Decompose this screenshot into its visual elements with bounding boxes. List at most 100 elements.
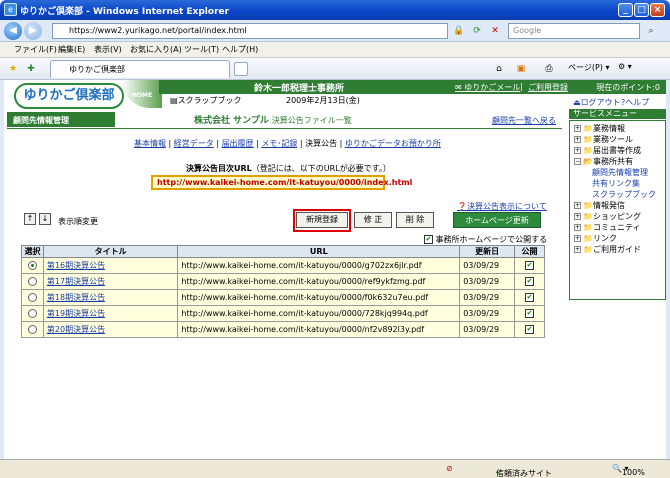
refresh-icon[interactable]: ⟳	[470, 24, 484, 38]
menu-file[interactable]: ファイル(F)	[14, 44, 57, 55]
row-title-link[interactable]: 第19期決算公告	[47, 309, 105, 318]
page-subtitle: 決算公告ファイル一覧	[271, 116, 352, 125]
table-row: 第16期決算公告 http://www.kaikei-home.com/it-k…	[21, 257, 545, 274]
expand-icon[interactable]: +	[574, 246, 581, 253]
subnav-management-data[interactable]: 経営データ	[174, 139, 214, 148]
feeds-icon[interactable]: ▣	[514, 62, 528, 76]
help-link[interactable]: ?ヘルプ	[621, 97, 649, 108]
row-select-radio[interactable]	[27, 309, 37, 318]
tree-item-links[interactable]: + 📁リンク	[574, 233, 617, 244]
publish-checkbox[interactable]: ✔ 事務所ホームページで公開する	[424, 234, 547, 245]
page-menu[interactable]: ページ(P) ▾	[568, 62, 609, 73]
home-link[interactable]: HOME	[122, 80, 162, 108]
tree-item-guide[interactable]: + 📁ご利用ガイド	[574, 244, 641, 255]
expand-icon[interactable]: +	[574, 136, 581, 143]
subnav-memo[interactable]: メモ･記録	[261, 139, 297, 148]
row-title-link[interactable]: 第18期決算公告	[47, 293, 105, 302]
row-public-checkbox[interactable]: ✔	[525, 261, 535, 270]
back-icon[interactable]: ◀	[4, 22, 22, 40]
menu-favorites[interactable]: お気に入り(A)	[130, 44, 182, 55]
row-select-radio[interactable]	[27, 261, 37, 270]
scrapbook-link[interactable]: ▤スクラップブック	[170, 95, 242, 106]
table-row: 第17期決算公告 http://www.kaikei-home.com/it-k…	[21, 273, 545, 290]
home-icon[interactable]: ⌂	[492, 62, 506, 76]
tree-item-business-tools[interactable]: + 📁業務ツール	[574, 134, 633, 145]
menu-tools[interactable]: ツール(T)	[184, 44, 219, 55]
row-select-radio[interactable]	[27, 325, 37, 334]
menu-edit[interactable]: 編集(E)	[58, 44, 85, 55]
url-input[interactable]: https://www2.yurikago.net/portal/index.h…	[52, 23, 448, 39]
expand-icon[interactable]: +	[574, 224, 581, 231]
table-row: 第18期決算公告 http://www.kaikei-home.com/it-k…	[21, 289, 545, 306]
tree-item-forms[interactable]: + 📁届出書等作成	[574, 145, 641, 156]
sort-up-button[interactable]: ↑	[24, 213, 36, 225]
tree-item-broadcast[interactable]: + 📁情報発信	[574, 200, 625, 211]
add-favorite-icon[interactable]: ✚	[24, 62, 38, 76]
row-url: http://www.kaikei-home.com/it-katuyou/00…	[177, 273, 461, 290]
edit-button[interactable]: 修 正	[354, 212, 392, 228]
search-icon[interactable]: ⌕	[644, 24, 658, 38]
stop-icon[interactable]: ✕	[488, 24, 502, 38]
page-content: ゆりかご倶楽部 HOME 鈴木一郎税理士事務所 ✉ ゆりかごメール | ご利用登…	[0, 80, 670, 459]
sub-navigation: 基本情報 | 経営データ | 届出履歴 | メモ･記録 | 決算公告 | ゆりか…	[134, 139, 441, 148]
homepage-update-button[interactable]: ホームページ更新	[453, 212, 541, 228]
zoom-level[interactable]: 🔍 100% ▾	[612, 464, 645, 477]
office-name: 鈴木一郎税理士事務所	[254, 84, 345, 94]
row-public-checkbox[interactable]: ✔	[525, 309, 535, 318]
expand-icon[interactable]: +	[574, 213, 581, 220]
tree-item-business-info[interactable]: + 📁業務情報	[574, 123, 625, 134]
collapse-icon[interactable]: −	[574, 158, 581, 165]
register-link[interactable]: ご利用登録	[528, 82, 568, 93]
company-name: 株式会社 サンプル	[194, 116, 269, 126]
row-title-link[interactable]: 第20期決算公告	[47, 325, 105, 334]
tree-item-community[interactable]: + 📁コミュニティ	[574, 222, 641, 233]
row-select-radio[interactable]	[27, 277, 37, 286]
expand-icon[interactable]: +	[574, 202, 581, 209]
header-bar: 鈴木一郎税理士事務所 ✉ ゆりかごメール | ご利用登録 現在のポイント:0	[159, 80, 666, 94]
tree-item-office-shared[interactable]: − 📂事務所共有	[574, 156, 633, 167]
expand-icon[interactable]: +	[574, 125, 581, 132]
expand-icon[interactable]: +	[574, 235, 581, 242]
new-button[interactable]: 新規登録	[296, 212, 348, 228]
print-icon[interactable]: ⎙	[542, 62, 556, 76]
sort-down-button[interactable]: ↓	[39, 213, 51, 225]
tree-item-shared-links[interactable]: 共有リンク集	[592, 178, 640, 189]
row-public-checkbox[interactable]: ✔	[525, 325, 535, 334]
close-button[interactable]: ×	[650, 3, 665, 17]
tree-item-scrapbook[interactable]: スクラップブック	[592, 189, 656, 200]
lock-icon[interactable]: 🔒	[452, 24, 466, 38]
row-title-link[interactable]: 第17期決算公告	[47, 277, 105, 286]
search-input[interactable]: Google	[508, 23, 640, 39]
security-icon[interactable]: ⊘	[446, 464, 453, 473]
tree-item-shopping[interactable]: + 📁ショッピング	[574, 211, 641, 222]
tab-label: ゆりかご倶楽部	[69, 65, 125, 74]
row-date: 03/09/29	[459, 321, 516, 338]
current-date: 2009年2月13日(金)	[286, 96, 360, 105]
publish-check-icon[interactable]: ✔	[424, 235, 433, 244]
favorites-star-icon[interactable]: ★	[6, 62, 20, 76]
subnav-basic[interactable]: 基本情報	[134, 139, 166, 148]
client-section-bar: 顧問先情報管理	[7, 112, 115, 127]
minimize-button[interactable]: _	[618, 3, 633, 17]
mail-link[interactable]: ✉ ゆりかごメール	[455, 82, 520, 93]
forward-icon[interactable]: ▶	[24, 22, 42, 40]
subnav-filing-history[interactable]: 届出履歴	[222, 139, 254, 148]
tree-item-client-info[interactable]: 顧問先情報管理	[592, 167, 648, 178]
row-title-link[interactable]: 第16期決算公告	[47, 261, 105, 270]
menu-help[interactable]: ヘルプ(H)	[222, 44, 258, 55]
logout-link[interactable]: ⏏ログアウト	[573, 97, 621, 108]
expand-icon[interactable]: +	[574, 147, 581, 154]
row-public-checkbox[interactable]: ✔	[525, 277, 535, 286]
notice-link[interactable]: ❓決算公告表示について	[457, 201, 547, 212]
maximize-button[interactable]: □	[634, 3, 649, 17]
subnav-data-storage[interactable]: ゆりかごデータお預かり所	[345, 139, 441, 148]
tools-menu-icon[interactable]: ⚙ ▾	[618, 62, 632, 71]
new-tab-button[interactable]	[234, 62, 248, 76]
site-logo[interactable]: ゆりかご倶楽部	[14, 83, 124, 109]
row-public-checkbox[interactable]: ✔	[525, 293, 535, 302]
row-select-radio[interactable]	[27, 293, 37, 302]
tab-yurikago[interactable]: ゆりかご倶楽部	[50, 60, 230, 78]
menu-view[interactable]: 表示(V)	[94, 44, 122, 55]
back-to-clients-link[interactable]: 顧問先一覧へ戻る	[492, 115, 556, 126]
delete-button[interactable]: 削 除	[396, 212, 434, 228]
